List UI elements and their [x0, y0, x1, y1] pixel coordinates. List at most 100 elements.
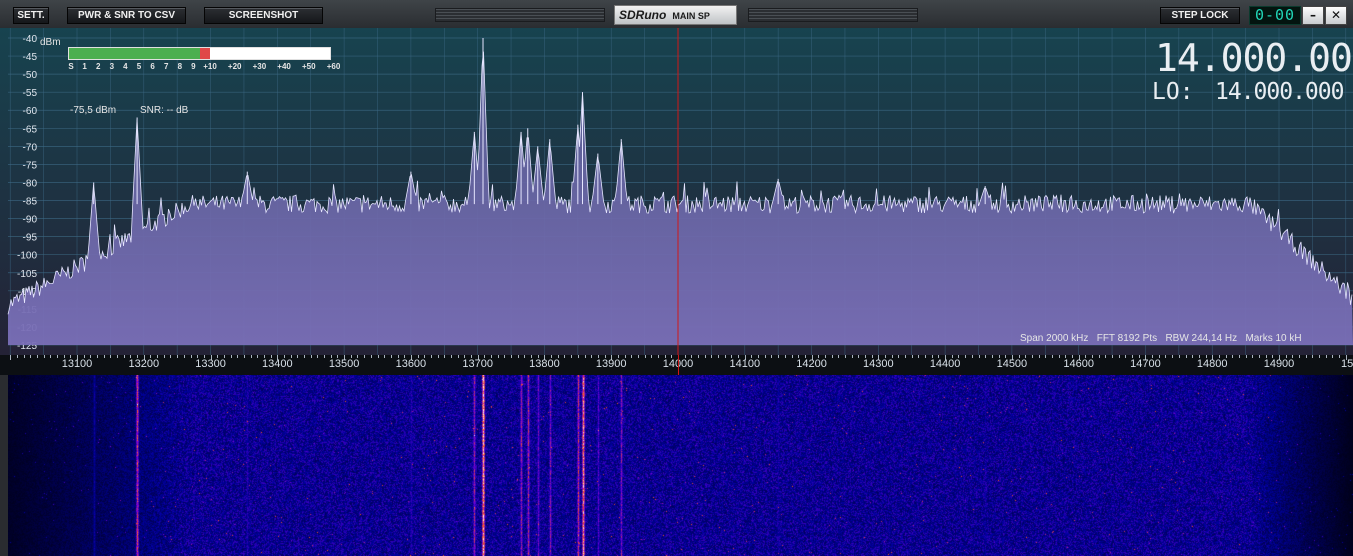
frequency-axis-tick [370, 355, 372, 358]
frequency-axis-tick [1031, 355, 1033, 358]
meter-scale-label: +30 [252, 62, 267, 71]
frequency-tick-label: 13100 [61, 358, 93, 370]
frequency-axis-tick [250, 355, 252, 358]
minimize-icon[interactable]: – [1302, 6, 1324, 25]
frequency-axis-tick [631, 355, 633, 358]
window-drag-grip[interactable] [435, 8, 605, 22]
frequency-axis-tick [1112, 355, 1114, 358]
frequency-axis-tick [1185, 355, 1187, 358]
frequency-tick-label: 13600 [395, 358, 427, 370]
meter-scale-label: +60 [326, 62, 341, 71]
frequency-axis-tick [517, 355, 519, 358]
frequency-axis-tick [584, 355, 586, 358]
frequency-axis-tick [718, 355, 720, 358]
frequency-axis-tick [50, 355, 52, 358]
settings-button[interactable]: SETT. [13, 7, 49, 24]
frequency-axis-tick [858, 355, 860, 358]
frequency-axis-tick [1325, 355, 1327, 358]
frequency-axis-tick [838, 355, 840, 358]
frequency-axis-tick [444, 355, 446, 358]
meter-scale-label: 7 [163, 62, 169, 71]
frequency-axis-tick [1319, 355, 1321, 358]
frequency-axis-tick [1045, 355, 1047, 358]
frequency-axis-tick [110, 355, 112, 358]
frequency-axis-tick [123, 355, 125, 358]
frequency-axis-tick [898, 355, 900, 358]
frequency-axis-tick [911, 355, 913, 358]
frequency-axis-tick [170, 355, 172, 358]
frequency-axis-tick [56, 355, 58, 358]
meter-scale-label: 4 [123, 62, 128, 71]
vfo-frequency-display[interactable]: 14.000.000 [1155, 36, 1353, 80]
frequency-tick-label: 13900 [595, 358, 627, 370]
frequency-axis-tick [384, 355, 386, 358]
meter-scale-label: 5 [136, 62, 142, 71]
frequency-axis-tick [30, 355, 32, 358]
meter-scale-label: +50 [302, 62, 316, 71]
window-drag-grip-right[interactable] [748, 8, 918, 22]
frequency-axis-tick [437, 355, 439, 358]
db-tick-label: -65 [23, 124, 38, 135]
frequency-axis-tick [497, 355, 499, 358]
db-tick-label: -60 [23, 106, 38, 117]
signal-meter-fill [69, 48, 200, 59]
frequency-axis-tick [657, 355, 659, 358]
frequency-axis-tick [1332, 355, 1334, 358]
lo-label: LO: [1152, 79, 1194, 105]
frequency-axis-tick [711, 355, 713, 358]
meter-scale-label: S [68, 62, 74, 71]
waterfall-side-strip [0, 375, 8, 556]
frequency-axis-tick [183, 355, 185, 358]
center-frequency-axis-marker [678, 355, 679, 375]
frequency-axis-tick [1232, 355, 1234, 358]
meter-scale-label: +20 [227, 62, 242, 71]
db-tick-label: -75 [23, 160, 38, 171]
spectrum-display[interactable]: -40 -45 -50 -55 -60 -65 -70 -75 -80 -85 -90 -95 -100… [0, 28, 1353, 355]
step-lock-button[interactable]: STEP LOCK [1160, 7, 1240, 24]
db-tick-label: -95 [23, 233, 38, 244]
frequency-axis-tick [1118, 355, 1120, 358]
frequency-axis-tick [784, 355, 786, 358]
db-tick-label: -45 [23, 52, 38, 63]
lo-frequency-display[interactable]: 14.000.000 [1215, 79, 1344, 105]
frequency-axis-tick [925, 355, 927, 358]
frequency-axis-tick [971, 355, 973, 358]
pwr-snr-to-csv-button[interactable]: PWR & SNR TO CSV [67, 7, 186, 24]
frequency-axis-tick [230, 355, 232, 358]
frequency-tick-label: 13400 [262, 358, 293, 370]
frequency-axis-tick [364, 355, 366, 358]
frequency-axis[interactable]: 13100 13200 13300 13400 13500 13600 13700 13800… [0, 355, 1353, 375]
logo-brand: SDRuno [619, 8, 667, 22]
frequency-axis-tick [390, 355, 392, 358]
frequency-axis-tick [637, 355, 639, 358]
frequency-axis-tick [16, 355, 18, 358]
screenshot-button[interactable]: SCREENSHOT [204, 7, 323, 24]
frequency-axis-tick [1038, 355, 1040, 358]
frequency-axis-tick [430, 355, 432, 358]
frequency-tick-label: 13500 [328, 358, 360, 370]
frequency-axis-tick [651, 355, 653, 358]
close-icon[interactable]: ✕ [1325, 6, 1347, 25]
frequency-axis-tick [117, 355, 119, 358]
frequency-axis-tick [704, 355, 706, 358]
frequency-axis-tick [450, 355, 452, 358]
frequency-axis-tick [778, 355, 780, 358]
frequency-axis-tick [163, 355, 165, 358]
frequency-axis-tick [1299, 355, 1301, 358]
frequency-tick-label: 14100 [729, 358, 761, 370]
frequency-axis-tick [1172, 355, 1174, 358]
frequency-axis-tick [1178, 355, 1180, 358]
meter-scale-label: 8 [177, 62, 183, 71]
frequency-axis-tick [304, 355, 306, 358]
frequency-tick-label: 13800 [529, 358, 560, 370]
frequency-axis-tick [965, 355, 967, 358]
clock-display: 0-00 [1249, 6, 1301, 25]
frequency-axis-tick [1192, 355, 1194, 358]
frequency-axis-tick [644, 355, 646, 358]
meter-scale-label: 9 [191, 62, 196, 71]
frequency-axis-tick [1305, 355, 1307, 358]
frequency-axis-tick [1245, 355, 1247, 358]
frequency-axis-tick [377, 355, 379, 358]
waterfall-display[interactable] [8, 375, 1353, 556]
frequency-axis-tick [764, 355, 766, 358]
